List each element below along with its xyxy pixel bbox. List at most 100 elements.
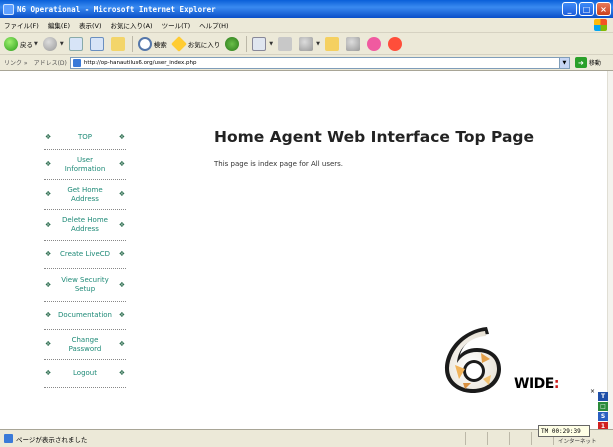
bullet-icon: ❖	[118, 250, 125, 258]
star-icon	[170, 35, 187, 52]
toolbar: 戻る ▼ ▼ 検索 お気に入り ▼ ▼	[0, 33, 613, 55]
menu-help[interactable]: ヘルプ(H)	[199, 20, 228, 30]
wide-logo-text: WID	[514, 376, 545, 392]
refresh-icon	[89, 36, 104, 51]
status-bar: ページが表示されました	[0, 429, 613, 447]
messenger-button[interactable]	[366, 36, 383, 52]
tray-t-icon[interactable]: T	[598, 392, 608, 401]
back-button[interactable]: 戻る ▼	[4, 36, 38, 52]
chevron-down-icon: ▼	[269, 40, 274, 47]
tray-s-icon[interactable]: S	[598, 412, 608, 421]
status-cell	[509, 432, 531, 445]
address-bar: リンク » アドレス(D) http://op-hanautilus6.org/…	[0, 55, 613, 71]
sidebar-item-label: View Security Setup	[61, 276, 109, 293]
window-title: N6 Operational - Microsoft Internet Expl…	[17, 4, 216, 14]
sidebar-item-documentation[interactable]: ❖ Documentation ❖	[44, 302, 126, 330]
back-label: 戻る	[20, 40, 33, 49]
back-arrow-icon	[4, 36, 18, 51]
status-cell	[465, 432, 487, 445]
bullet-icon: ❖	[45, 280, 52, 289]
status-cell	[487, 432, 509, 445]
forward-button[interactable]: ▼	[42, 36, 64, 52]
maximize-button[interactable]: □	[579, 2, 594, 16]
forward-arrow-icon	[42, 36, 57, 51]
sidebar-item-get-home-address[interactable]: ❖ Get Home Address ❖	[44, 180, 126, 210]
go-button[interactable]: ➜ 移動	[574, 57, 601, 68]
wide-logo: WIDE:	[514, 376, 559, 392]
sidebar-item-label: Change Password	[68, 335, 102, 353]
research-icon	[345, 36, 360, 51]
close-icon[interactable]: ×	[590, 388, 595, 395]
chevron-down-icon: ▼	[59, 40, 64, 47]
links-label[interactable]: リンク »	[4, 58, 28, 67]
bullet-icon: ❖	[45, 311, 52, 319]
toolbar-separator	[131, 35, 133, 52]
menu-view[interactable]: 表示(V)	[79, 20, 102, 30]
discuss-icon	[387, 36, 402, 51]
minimize-button[interactable]: _	[562, 2, 577, 16]
bullet-icon: ❖	[118, 311, 125, 319]
chevron-down-icon[interactable]: ▼	[558, 57, 569, 68]
stop-button[interactable]	[68, 36, 85, 52]
messenger-icon	[366, 36, 381, 51]
mail-icon	[252, 36, 267, 51]
history-button[interactable]	[225, 36, 241, 52]
mail-button[interactable]: ▼	[252, 36, 273, 52]
search-button[interactable]: 検索	[137, 36, 167, 52]
sidebar-item-label: Documentation	[58, 311, 112, 319]
sidebar-item-user-information[interactable]: ❖ User Information ❖	[44, 150, 126, 180]
ipv6-six-logo-icon	[445, 327, 501, 393]
refresh-button[interactable]	[89, 36, 106, 52]
menu-tools[interactable]: ツール(T)	[162, 20, 191, 30]
page-done-icon	[4, 434, 13, 443]
page-description: This page is index page for All users.	[214, 160, 344, 168]
menu-bar: ファイル(F) 編集(E) 表示(V) お気に入り(A) ツール(T) ヘルプ(…	[0, 18, 613, 33]
menu-file[interactable]: ファイル(F)	[4, 20, 39, 30]
menu-favorites[interactable]: お気に入り(A)	[111, 20, 153, 30]
sidebar-item-label: Get Home Address	[67, 185, 103, 203]
sidebar-item-label: Delete Home Address	[62, 216, 108, 233]
sidebar-item-label: TOP	[77, 132, 92, 141]
tray-icons: T □ S 1	[598, 392, 610, 431]
discuss-button[interactable]	[387, 36, 404, 52]
sidebar-item-top[interactable]: ❖ TOP ❖	[44, 125, 126, 150]
sidebar-item-label: Create LiveCD	[59, 250, 111, 258]
research-button[interactable]	[345, 36, 362, 52]
tray-window-icon[interactable]: □	[598, 402, 608, 411]
sidebar-item-logout[interactable]: ❖ Logout ❖	[44, 360, 126, 388]
bullet-icon: ❖	[118, 369, 125, 377]
bullet-icon: ❖	[45, 369, 52, 377]
home-button[interactable]	[110, 36, 127, 52]
address-value: http://op-hanautilus6.org/user_index.php	[83, 59, 197, 66]
bullet-icon: ❖	[45, 220, 52, 229]
search-icon	[137, 36, 152, 51]
toolbar-separator	[246, 35, 248, 52]
go-label: 移動	[588, 60, 601, 67]
sidebar-item-delete-home-address[interactable]: ❖ Delete Home Address ❖	[44, 210, 126, 241]
history-icon	[225, 36, 240, 51]
chevron-down-icon: ▼	[34, 40, 38, 47]
sidebar-item-label: User Information	[64, 155, 106, 173]
bullet-icon: ❖	[118, 340, 125, 348]
folder-button[interactable]	[324, 36, 341, 52]
sidebar-item-view-security-setup[interactable]: ❖ View Security Setup ❖	[44, 269, 126, 302]
address-input[interactable]: http://op-hanautilus6.org/user_index.php…	[69, 56, 570, 69]
print-button[interactable]	[278, 36, 294, 52]
print-icon	[278, 36, 293, 51]
edit-button[interactable]: ▼	[299, 36, 320, 52]
search-label: 検索	[153, 40, 167, 49]
sidebar-item-create-livecd[interactable]: ❖ Create LiveCD ❖	[44, 241, 126, 269]
close-button[interactable]: ×	[596, 2, 611, 16]
status-text: ページが表示されました	[16, 435, 88, 444]
vertical-scrollbar[interactable]	[607, 71, 613, 429]
bullet-icon: ❖	[45, 340, 52, 348]
internet-zone-label: インターネット	[558, 439, 597, 445]
favorites-button[interactable]: お気に入り	[170, 35, 220, 52]
page-content: ❖ TOP ❖ ❖ User Information ❖ ❖ Get Home …	[0, 71, 607, 429]
home-icon	[110, 36, 125, 51]
window-title-bar[interactable]: N6 Operational - Microsoft Internet Expl…	[0, 0, 613, 18]
menu-edit[interactable]: 編集(E)	[48, 20, 70, 30]
sidebar-item-change-password[interactable]: ❖ Change Password ❖	[44, 330, 126, 360]
bullet-icon: ❖	[118, 220, 125, 229]
bullet-icon: ❖	[45, 160, 52, 168]
